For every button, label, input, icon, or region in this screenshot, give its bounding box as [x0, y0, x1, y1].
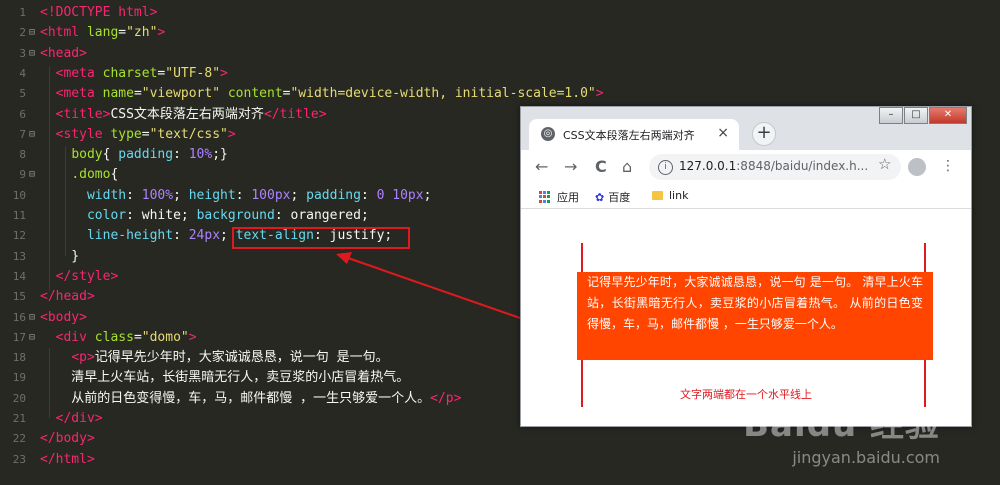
profile-avatar[interactable] — [908, 158, 926, 176]
page-viewport: 记得早先少年时，大家诚诚恳恳，说一句 是一句。 清早上火车站，长街黑暗无行人，卖… — [521, 209, 971, 426]
url-text: 127.0.0.1:8848/baidu/index.h... — [679, 159, 869, 173]
tab-close-icon[interactable]: × — [717, 125, 729, 141]
baidu-watermark: Baidu 经验 jingyan.baidu.com — [743, 405, 940, 467]
window-close-button[interactable]: ✕ — [929, 107, 967, 124]
globe-icon: ◎ — [541, 127, 555, 141]
toolbar: ← → C ⌂ i 127.0.0.1:8848/baidu/index.h..… — [521, 150, 971, 184]
bookmark-apps[interactable]: 应用 — [539, 189, 579, 205]
justified-paragraph: 记得早先少年时，大家诚诚恳恳，说一句 是一句。 清早上火车站，长街黑暗无行人，卖… — [577, 272, 933, 360]
maximize-button[interactable]: □ — [904, 107, 928, 124]
bookmark-baidu[interactable]: ✿ 百度 — [595, 189, 630, 205]
browser-window: – □ ✕ ◎ CSS文本段落左右两端对齐 × + ← → C ⌂ i 127.… — [520, 106, 972, 427]
browser-tab[interactable]: ◎ CSS文本段落左右两端对齐 × — [529, 119, 739, 150]
baidu-paw-icon: ✿ — [595, 190, 605, 204]
menu-icon[interactable]: ⋮ — [941, 158, 955, 174]
info-icon[interactable]: i — [658, 160, 673, 175]
bookmark-link[interactable]: link — [652, 189, 688, 202]
bookmark-star-icon[interactable]: ☆ — [878, 155, 891, 173]
address-bar[interactable]: i 127.0.0.1:8848/baidu/index.h... — [649, 154, 901, 180]
tab-title: CSS文本段落左右两端对齐 — [563, 129, 695, 142]
reload-button[interactable]: C — [595, 157, 607, 176]
minimize-button[interactable]: – — [879, 107, 903, 124]
title-bar: – □ ✕ ◎ CSS文本段落左右两端对齐 × + — [521, 107, 971, 150]
forward-button[interactable]: → — [564, 157, 577, 176]
folder-icon — [652, 191, 663, 200]
bookmarks-bar: 应用 ✿ 百度 link — [521, 184, 971, 209]
new-tab-button[interactable]: + — [752, 122, 776, 146]
apps-icon — [539, 191, 551, 203]
back-button[interactable]: ← — [535, 157, 548, 176]
home-button[interactable]: ⌂ — [622, 157, 632, 176]
